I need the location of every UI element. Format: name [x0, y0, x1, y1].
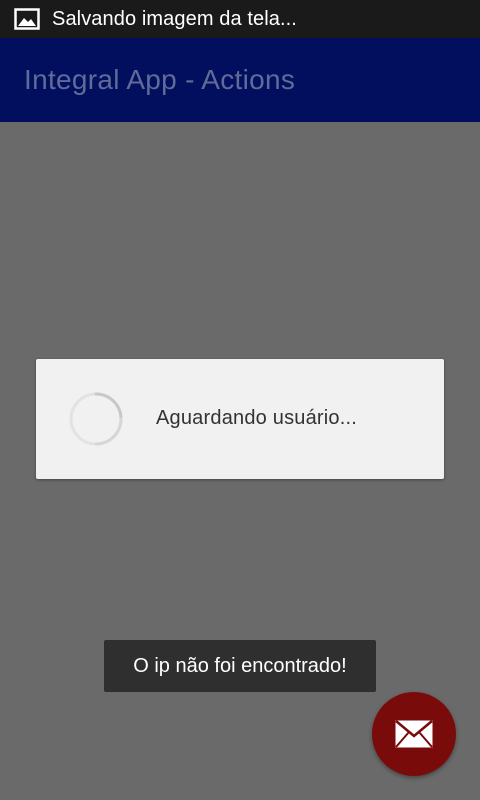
screen: Salvando imagem da tela... Integral App …	[0, 0, 480, 800]
progress-spinner-icon	[68, 391, 124, 447]
send-message-button[interactable]	[372, 692, 456, 776]
status-notification-text: Salvando imagem da tela...	[52, 7, 297, 30]
envelope-icon	[395, 720, 433, 748]
toast-message: O ip não foi encontrado!	[133, 654, 347, 677]
status-bar: Salvando imagem da tela...	[0, 0, 480, 38]
app-title: Integral App - Actions	[24, 64, 296, 95]
progress-dialog: Aguardando usuário...	[36, 359, 444, 479]
action-bar: Integral App - Actions	[0, 38, 480, 122]
dialog-message: Aguardando usuário...	[156, 407, 358, 429]
toast: O ip não foi encontrado!	[104, 640, 376, 692]
image-icon	[14, 8, 40, 30]
